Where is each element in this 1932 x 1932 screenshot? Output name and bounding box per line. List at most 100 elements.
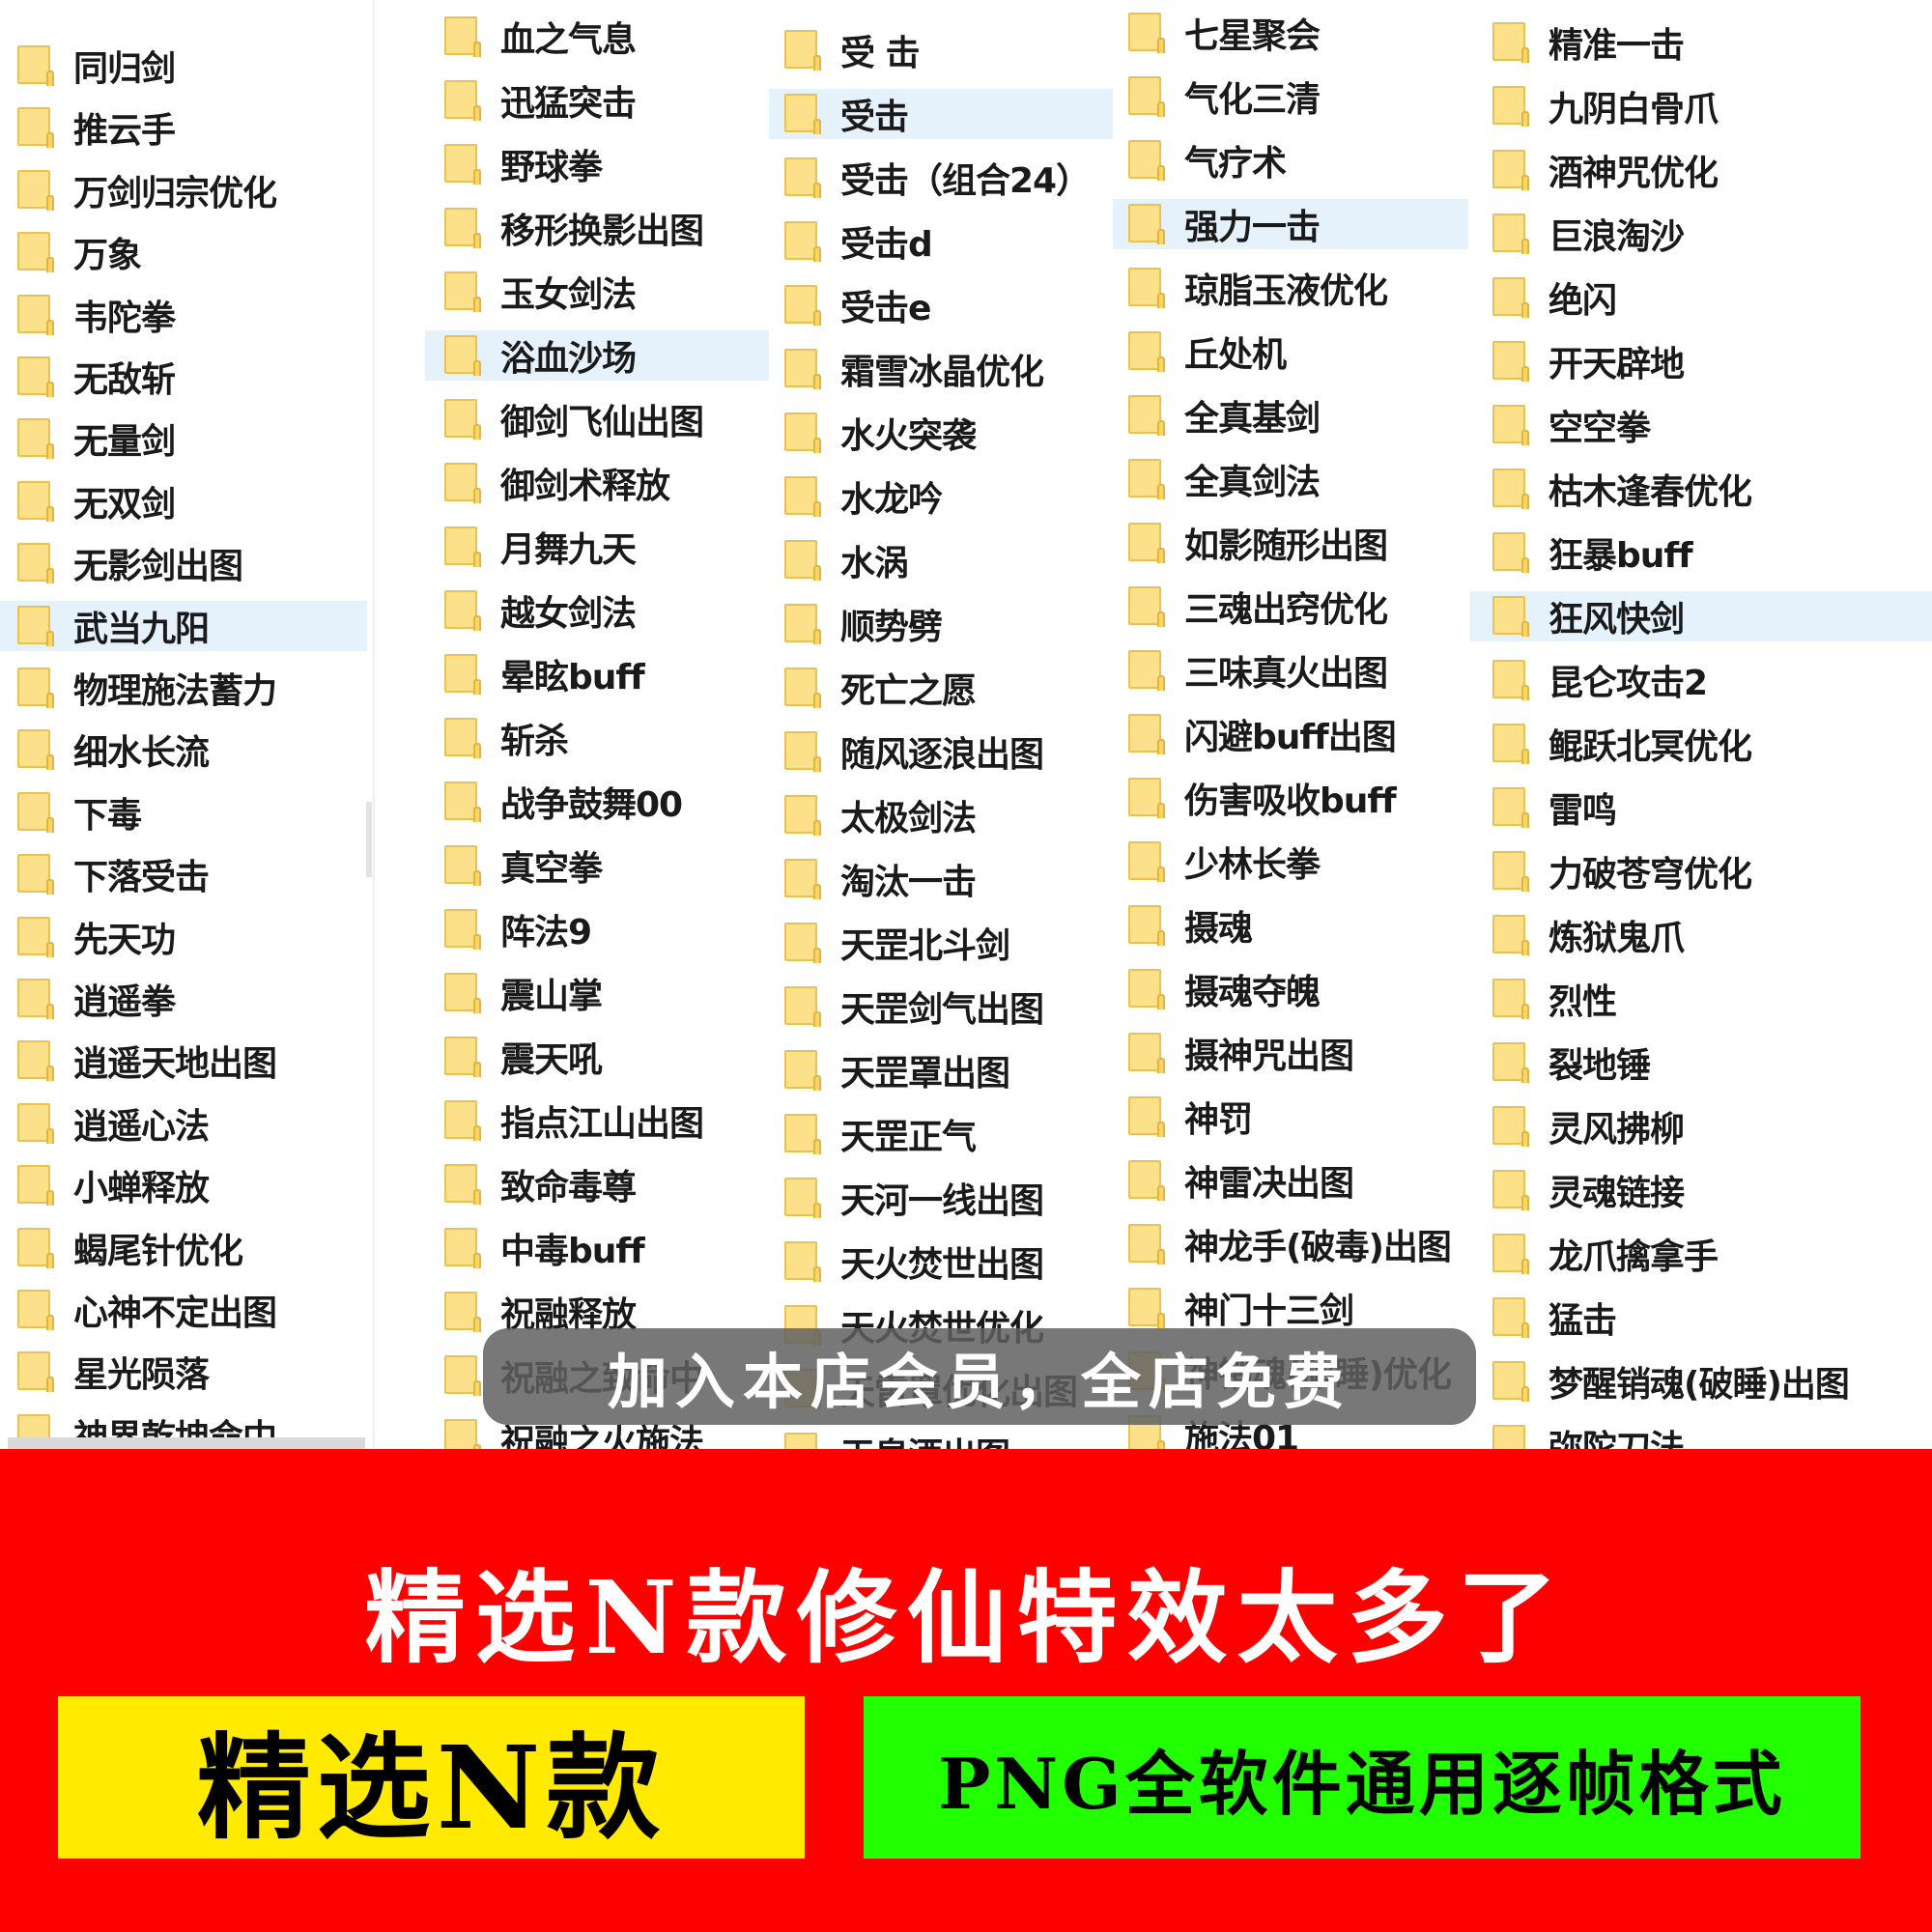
folder-item[interactable]: 水火突袭 — [769, 408, 1113, 458]
folder-item[interactable]: 闪避buff出图 — [1113, 709, 1468, 759]
folder-item[interactable]: 绝闪 — [1470, 272, 1932, 323]
folder-item[interactable]: 神雷决出图 — [1113, 1155, 1468, 1206]
folder-item[interactable]: 推云手 — [0, 102, 367, 153]
folder-item[interactable]: 无量剑 — [0, 413, 367, 464]
folder-item[interactable]: 伤害吸收buff — [1113, 773, 1468, 823]
folder-item[interactable]: 无敌斩 — [0, 352, 367, 402]
folder-item[interactable]: 狂暴buff — [1470, 527, 1932, 578]
folder-item[interactable]: 鲲跃北冥优化 — [1470, 719, 1932, 769]
folder-item[interactable]: 巨浪淘沙 — [1470, 209, 1932, 259]
folder-item[interactable]: 丘处机 — [1113, 327, 1468, 377]
folder-item[interactable]: 顺势劈 — [769, 599, 1113, 649]
folder-item[interactable]: 三味真火出图 — [1113, 645, 1468, 696]
folder-item[interactable]: 酒神咒优化 — [1470, 145, 1932, 195]
folder-item[interactable]: 摄魂 — [1113, 900, 1468, 951]
folder-item[interactable]: 月舞九天 — [425, 522, 769, 572]
folder-item[interactable]: 韦陀拳 — [0, 290, 367, 340]
folder-item[interactable]: 梦醒销魂(破睡)出图 — [1470, 1356, 1932, 1406]
nav-pane-horizontal-scrollbar[interactable] — [8, 1437, 365, 1449]
folder-item[interactable]: 阵法9 — [425, 904, 769, 954]
folder-item[interactable]: 死亡之愿 — [769, 663, 1113, 713]
folder-item[interactable]: 弥陀刀法 — [1470, 1420, 1932, 1449]
folder-item[interactable]: 御剑飞仙出图 — [425, 394, 769, 444]
folder-item[interactable]: 强力一击 — [1113, 199, 1468, 249]
folder-item[interactable]: 万象 — [0, 227, 367, 277]
folder-item[interactable]: 神龙手(破毒)出图 — [1113, 1219, 1468, 1269]
folder-item[interactable]: 指点江山出图 — [425, 1095, 769, 1146]
folder-item[interactable]: 琼脂玉液优化 — [1113, 263, 1468, 313]
folder-item[interactable]: 开天辟地 — [1470, 336, 1932, 386]
folder-item[interactable]: 天泉酒出图 — [769, 1428, 1113, 1449]
folder-item[interactable]: 先天功 — [0, 912, 367, 962]
folder-item[interactable]: 猛击 — [1470, 1293, 1932, 1343]
folder-item[interactable]: 精准一击 — [1470, 17, 1932, 68]
folder-item[interactable]: 天罡正气 — [769, 1109, 1113, 1159]
folder-item[interactable]: 无影剑出图 — [0, 538, 367, 588]
folder-item[interactable]: 物理施法蓄力 — [0, 663, 367, 713]
folder-item[interactable]: 武当九阳 — [0, 600, 367, 651]
folder-item[interactable]: 心神不定出图 — [0, 1285, 367, 1335]
folder-item[interactable]: 昆仑攻击2 — [1470, 655, 1932, 705]
folder-item[interactable]: 战争鼓舞00 — [425, 777, 769, 827]
folder-item[interactable]: 气疗术 — [1113, 135, 1468, 185]
folder-item[interactable]: 天火焚世出图 — [769, 1236, 1113, 1287]
folder-item[interactable]: 水龙吟 — [769, 471, 1113, 522]
folder-item[interactable]: 浴血沙场 — [425, 330, 769, 381]
folder-item[interactable]: 致命毒尊 — [425, 1159, 769, 1209]
folder-item[interactable]: 淘汰一击 — [769, 854, 1113, 904]
folder-item[interactable]: 七星聚会 — [1113, 8, 1468, 58]
folder-item[interactable]: 下毒 — [0, 787, 367, 838]
folder-item[interactable]: 摄神咒出图 — [1113, 1028, 1468, 1078]
folder-item[interactable]: 御剑术释放 — [425, 458, 769, 508]
folder-item[interactable]: 震山掌 — [425, 968, 769, 1018]
folder-item[interactable]: 三魂出窍优化 — [1113, 582, 1468, 632]
folder-item[interactable]: 星光陨落 — [0, 1347, 367, 1397]
folder-item[interactable]: 血之气息 — [425, 12, 769, 62]
folder-item[interactable]: 炼狱鬼爪 — [1470, 910, 1932, 960]
folder-item[interactable]: 全真基剑 — [1113, 390, 1468, 440]
folder-item[interactable]: 霜雪冰晶优化 — [769, 344, 1113, 394]
folder-item[interactable]: 逍遥心法 — [0, 1098, 367, 1149]
nav-pane-vertical-scrollbar[interactable] — [366, 802, 372, 877]
folder-item[interactable]: 同归剑 — [0, 41, 367, 91]
folder-item[interactable]: 神罚 — [1113, 1092, 1468, 1142]
folder-item[interactable]: 野球拳 — [425, 139, 769, 189]
folder-item[interactable]: 如影随形出图 — [1113, 518, 1468, 568]
folder-item[interactable]: 受击 — [769, 89, 1113, 139]
folder-item[interactable]: 枯木逢春优化 — [1470, 464, 1932, 514]
folder-item[interactable]: 全真剑法 — [1113, 454, 1468, 504]
folder-item[interactable]: 移形换影出图 — [425, 203, 769, 253]
folder-item[interactable]: 逍遥拳 — [0, 974, 367, 1024]
folder-item[interactable]: 九阴白骨爪 — [1470, 81, 1932, 131]
folder-item[interactable]: 空空拳 — [1470, 400, 1932, 450]
folder-item[interactable]: 少林长拳 — [1113, 837, 1468, 887]
folder-item[interactable]: 天罡罩出图 — [769, 1045, 1113, 1095]
folder-item[interactable]: 晕眩buff — [425, 649, 769, 699]
folder-item[interactable]: 震天吼 — [425, 1032, 769, 1082]
folder-item[interactable]: 迅猛突击 — [425, 75, 769, 126]
folder-item[interactable]: 无双剑 — [0, 476, 367, 526]
folder-item[interactable]: 细水长流 — [0, 724, 367, 775]
folder-item[interactable]: 受 击 — [769, 25, 1113, 75]
folder-item[interactable]: 万剑归宗优化 — [0, 165, 367, 215]
folder-item[interactable]: 下落受击 — [0, 849, 367, 899]
folder-item[interactable]: 逍遥天地出图 — [0, 1036, 367, 1086]
folder-item[interactable]: 玉女剑法 — [425, 267, 769, 317]
folder-item[interactable]: 裂地锤 — [1470, 1037, 1932, 1088]
folder-item[interactable]: 力破苍穹优化 — [1470, 846, 1932, 896]
folder-item[interactable]: 天河一线出图 — [769, 1173, 1113, 1223]
folder-item[interactable]: 天罡剑气出图 — [769, 981, 1113, 1032]
folder-item[interactable]: 雷鸣 — [1470, 782, 1932, 833]
folder-item[interactable]: 狂风快剑 — [1470, 591, 1932, 641]
folder-item[interactable]: 摄魂夺魄 — [1113, 964, 1468, 1014]
folder-item[interactable]: 灵风拂柳 — [1470, 1101, 1932, 1151]
folder-item[interactable]: 受击（组合24） — [769, 153, 1113, 203]
folder-item[interactable]: 气化三清 — [1113, 71, 1468, 122]
folder-item[interactable]: 烈性 — [1470, 974, 1932, 1024]
folder-item[interactable]: 真空拳 — [425, 840, 769, 891]
folder-item[interactable]: 蝎尾针优化 — [0, 1223, 367, 1273]
folder-item[interactable]: 神门十三剑 — [1113, 1283, 1468, 1333]
folder-item[interactable]: 天罡北斗剑 — [769, 918, 1113, 968]
folder-item[interactable]: 受击e — [769, 280, 1113, 330]
folder-item[interactable]: 随风逐浪出图 — [769, 726, 1113, 777]
